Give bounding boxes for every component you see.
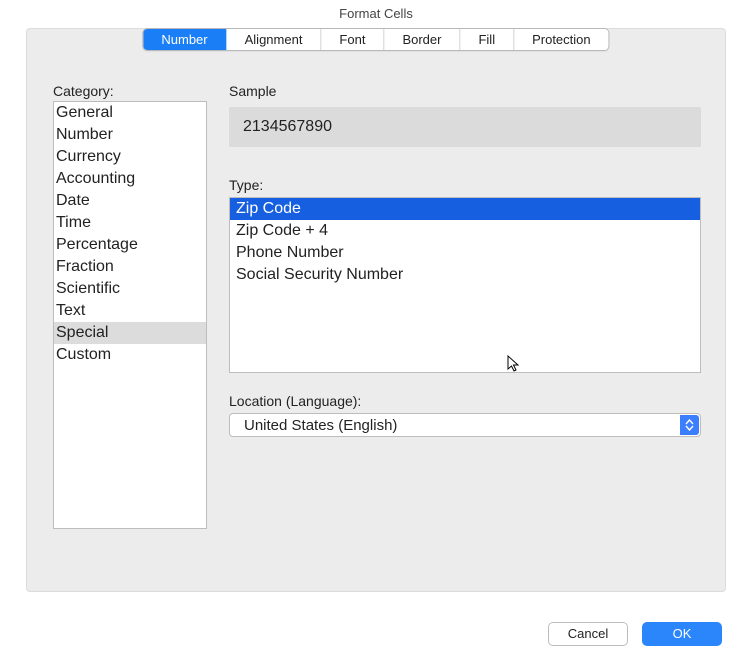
location-select[interactable]: United States (English) xyxy=(229,413,701,437)
window-title: Format Cells xyxy=(0,0,752,28)
location-value: United States (English) xyxy=(244,417,397,434)
category-item[interactable]: Date xyxy=(54,190,206,212)
type-item[interactable]: Phone Number xyxy=(230,242,700,264)
tab-strip: NumberAlignmentFontBorderFillProtection xyxy=(142,28,609,51)
button-row: Cancel OK xyxy=(548,622,722,646)
category-item[interactable]: Currency xyxy=(54,146,206,168)
category-item[interactable]: Fraction xyxy=(54,256,206,278)
type-list[interactable]: Zip CodeZip Code + 4Phone NumberSocial S… xyxy=(229,197,701,373)
location-label: Location (Language): xyxy=(229,393,361,409)
category-item[interactable]: General xyxy=(54,102,206,124)
category-label: Category: xyxy=(53,83,114,99)
category-item[interactable]: Scientific xyxy=(54,278,206,300)
category-item[interactable]: Number xyxy=(54,124,206,146)
category-item[interactable]: Special xyxy=(54,322,206,344)
type-item[interactable]: Zip Code xyxy=(230,198,700,220)
category-item[interactable]: Percentage xyxy=(54,234,206,256)
cancel-button[interactable]: Cancel xyxy=(548,622,628,646)
sample-label: Sample xyxy=(229,83,276,99)
type-label: Type: xyxy=(229,177,263,193)
category-list[interactable]: GeneralNumberCurrencyAccountingDateTimeP… xyxy=(53,101,207,529)
tab-font[interactable]: Font xyxy=(321,29,384,50)
dialog-panel: NumberAlignmentFontBorderFillProtection … xyxy=(26,28,726,592)
tab-fill[interactable]: Fill xyxy=(460,29,514,50)
category-item[interactable]: Accounting xyxy=(54,168,206,190)
tab-protection[interactable]: Protection xyxy=(514,29,609,50)
tab-number[interactable]: Number xyxy=(143,29,226,50)
type-item[interactable]: Social Security Number xyxy=(230,264,700,286)
type-item[interactable]: Zip Code + 4 xyxy=(230,220,700,242)
dropdown-arrows-icon xyxy=(680,415,699,435)
tab-alignment[interactable]: Alignment xyxy=(227,29,322,50)
category-item[interactable]: Custom xyxy=(54,344,206,366)
category-item[interactable]: Text xyxy=(54,300,206,322)
tab-border[interactable]: Border xyxy=(384,29,460,50)
sample-box: 2134567890 xyxy=(229,107,701,147)
ok-button[interactable]: OK xyxy=(642,622,722,646)
category-item[interactable]: Time xyxy=(54,212,206,234)
